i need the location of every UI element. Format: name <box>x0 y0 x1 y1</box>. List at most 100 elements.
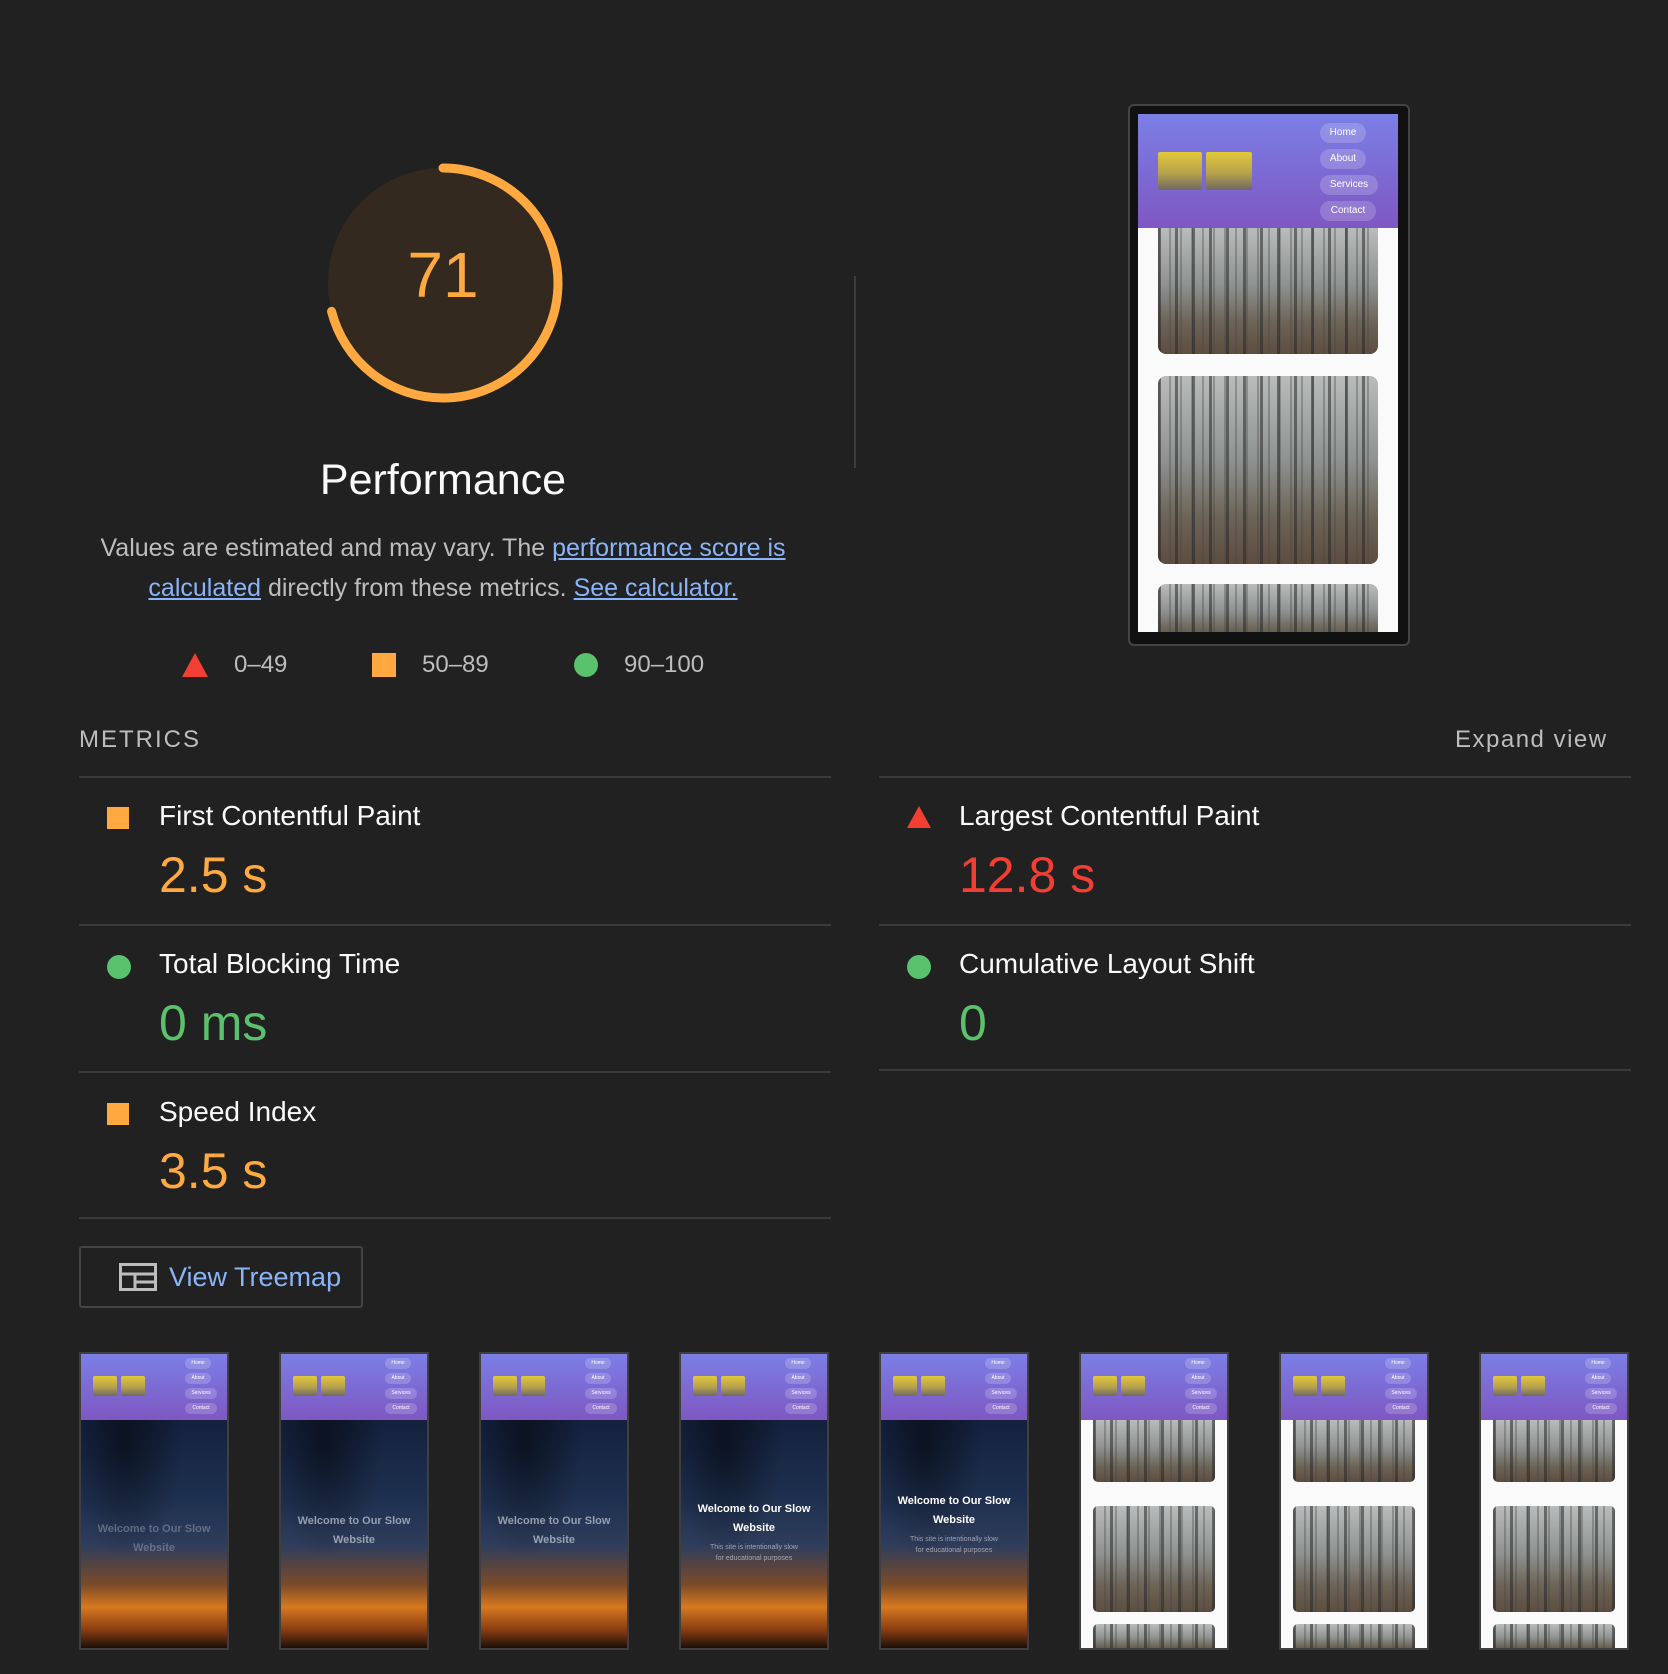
site-nav-item: About <box>1185 1373 1211 1384</box>
site-nav-item: Services <box>385 1388 417 1399</box>
divider <box>79 1071 831 1073</box>
site-nav-item: Contact <box>585 1403 617 1414</box>
filmstrip-frame: Welcome to Our Slow Website This site is … <box>679 1352 829 1650</box>
site-nav-item: Home <box>1585 1358 1611 1369</box>
square-icon <box>107 1103 129 1125</box>
view-treemap-button[interactable]: View Treemap <box>79 1246 363 1308</box>
site-nav-item: Services <box>785 1388 817 1399</box>
car-image <box>721 1376 745 1396</box>
metric-title: Cumulative Layout Shift <box>959 948 1255 979</box>
metric-title: Largest Contentful Paint <box>959 800 1260 831</box>
metric-title: Speed Index <box>159 1096 317 1127</box>
frame-page: Home About Services Contact <box>1281 1354 1427 1648</box>
car-image <box>293 1376 317 1396</box>
gallery-image <box>1093 1506 1215 1612</box>
legend-label: 0–49 <box>234 651 288 678</box>
site-nav-item: Home <box>1385 1358 1411 1369</box>
car-image <box>493 1376 517 1396</box>
car-image <box>921 1376 945 1396</box>
site-nav-item: About <box>1385 1373 1411 1384</box>
divider <box>79 924 831 926</box>
car-image <box>693 1376 717 1396</box>
score-value: 71 <box>407 239 479 311</box>
site-nav-item: Home <box>1185 1358 1211 1369</box>
site-header: Home About Services Contact <box>681 1354 827 1420</box>
site-nav-item: Services <box>185 1388 217 1399</box>
site-nav-item: Contact <box>185 1403 217 1414</box>
screenshot-page: Home About Services Contact <box>1138 114 1398 632</box>
site-header: Home About Services Contact <box>881 1354 1027 1420</box>
legend-item-average: 50–89 <box>372 648 489 682</box>
site-nav-services: Services <box>1320 175 1378 195</box>
divider <box>79 1217 831 1219</box>
category-title: Performance <box>319 456 567 504</box>
metric-value: 2.5 s <box>159 847 268 903</box>
gallery-image <box>1293 1420 1415 1482</box>
metric-value: 0 ms <box>159 995 268 1051</box>
site-nav-contact: Contact <box>1320 201 1376 221</box>
filmstrip-frame: Home About Services Contact <box>1479 1352 1629 1650</box>
desc-text-2: directly from these metrics. <box>261 574 574 602</box>
site-nav-item: Services <box>1185 1388 1217 1399</box>
see-calculator-link[interactable]: See calculator. <box>574 574 738 602</box>
site-nav-item: Contact <box>785 1403 817 1414</box>
site-header: Home About Services Contact <box>281 1354 427 1420</box>
gallery-image <box>1158 584 1378 632</box>
hero-heading: Welcome to Our Slow Website <box>697 1503 811 1534</box>
score-description: Values are estimated and may vary. The p… <box>70 528 816 608</box>
frame-page: Welcome to Our Slow Website Home About Serv… <box>81 1354 227 1648</box>
metric-largest-contentful-paint: Largest Contentful Paint 12.8 s <box>879 790 1631 924</box>
treemap-icon <box>119 1263 157 1291</box>
vertical-divider <box>854 276 856 468</box>
filmstrip-frame: Home About Services Contact <box>1279 1352 1429 1650</box>
site-nav-item: Contact <box>1185 1403 1217 1414</box>
site-nav-item: About <box>785 1373 811 1384</box>
site-header: Home About Services Contact <box>81 1354 227 1420</box>
car-image <box>521 1376 545 1396</box>
metric-cumulative-layout-shift: Cumulative Layout Shift 0 <box>879 938 1631 1072</box>
filmstrip-frame: Welcome to Our Slow Website Home About Serv… <box>479 1352 629 1650</box>
square-icon <box>107 807 129 829</box>
final-screenshot[interactable]: Home About Services Contact <box>1128 104 1410 646</box>
expand-view-toggle[interactable]: Expand view <box>1455 726 1608 754</box>
car-image <box>1293 1376 1317 1396</box>
site-nav-item: Contact <box>1385 1403 1417 1414</box>
metric-value: 0 <box>959 995 987 1051</box>
gallery-image <box>1293 1624 1415 1648</box>
frame-page: Welcome to Our Slow Website Home About Serv… <box>281 1354 427 1648</box>
car-image <box>1093 1376 1117 1396</box>
legend-label: 50–89 <box>422 651 489 678</box>
site-header: Home About Services Contact <box>1481 1354 1627 1420</box>
gallery-image <box>1293 1506 1415 1612</box>
gallery-image <box>1093 1420 1215 1482</box>
site-nav-item: Contact <box>1585 1403 1617 1414</box>
site-nav-item: About <box>1585 1373 1611 1384</box>
site-header: Home About Services Contact <box>1138 114 1398 228</box>
frame-page: Welcome to Our Slow Website Home About Serv… <box>481 1354 627 1648</box>
hero-heading: Welcome to Our Slow Website <box>297 1515 411 1546</box>
car-image <box>1121 1376 1145 1396</box>
metric-title: Total Blocking Time <box>159 948 401 979</box>
metric-speed-index: Speed Index 3.5 s <box>79 1086 831 1220</box>
filmstrip-frame: Welcome to Our Slow Website Home About Serv… <box>279 1352 429 1650</box>
site-nav-item: Home <box>585 1358 611 1369</box>
site-nav-item: About <box>185 1373 211 1384</box>
site-nav-item: About <box>585 1373 611 1384</box>
circle-icon <box>574 653 598 677</box>
car-image <box>1206 152 1252 190</box>
legend-item-pass: 90–100 <box>574 648 704 682</box>
site-nav-item: Services <box>985 1388 1017 1399</box>
gallery-image <box>1158 376 1378 564</box>
filmstrip-frame: Welcome to Our Slow Website This site is … <box>879 1352 1029 1650</box>
site-nav-item: About <box>385 1373 411 1384</box>
view-treemap-label: View Treemap <box>169 1261 342 1292</box>
car-image <box>321 1376 345 1396</box>
site-nav-item: Contact <box>385 1403 417 1414</box>
hero-subtitle: This site is intentionally slow for educ… <box>910 1536 998 1554</box>
filmstrip-frame: Welcome to Our Slow Website Home About Serv… <box>79 1352 229 1650</box>
site-header: Home About Services Contact <box>1281 1354 1427 1420</box>
site-nav-home: Home <box>1320 123 1366 143</box>
hero-subtitle: This site is intentionally slow for educ… <box>710 1544 798 1562</box>
site-nav-about: About <box>1320 149 1366 169</box>
frame-page: Welcome to Our Slow Website This site is … <box>681 1354 827 1648</box>
